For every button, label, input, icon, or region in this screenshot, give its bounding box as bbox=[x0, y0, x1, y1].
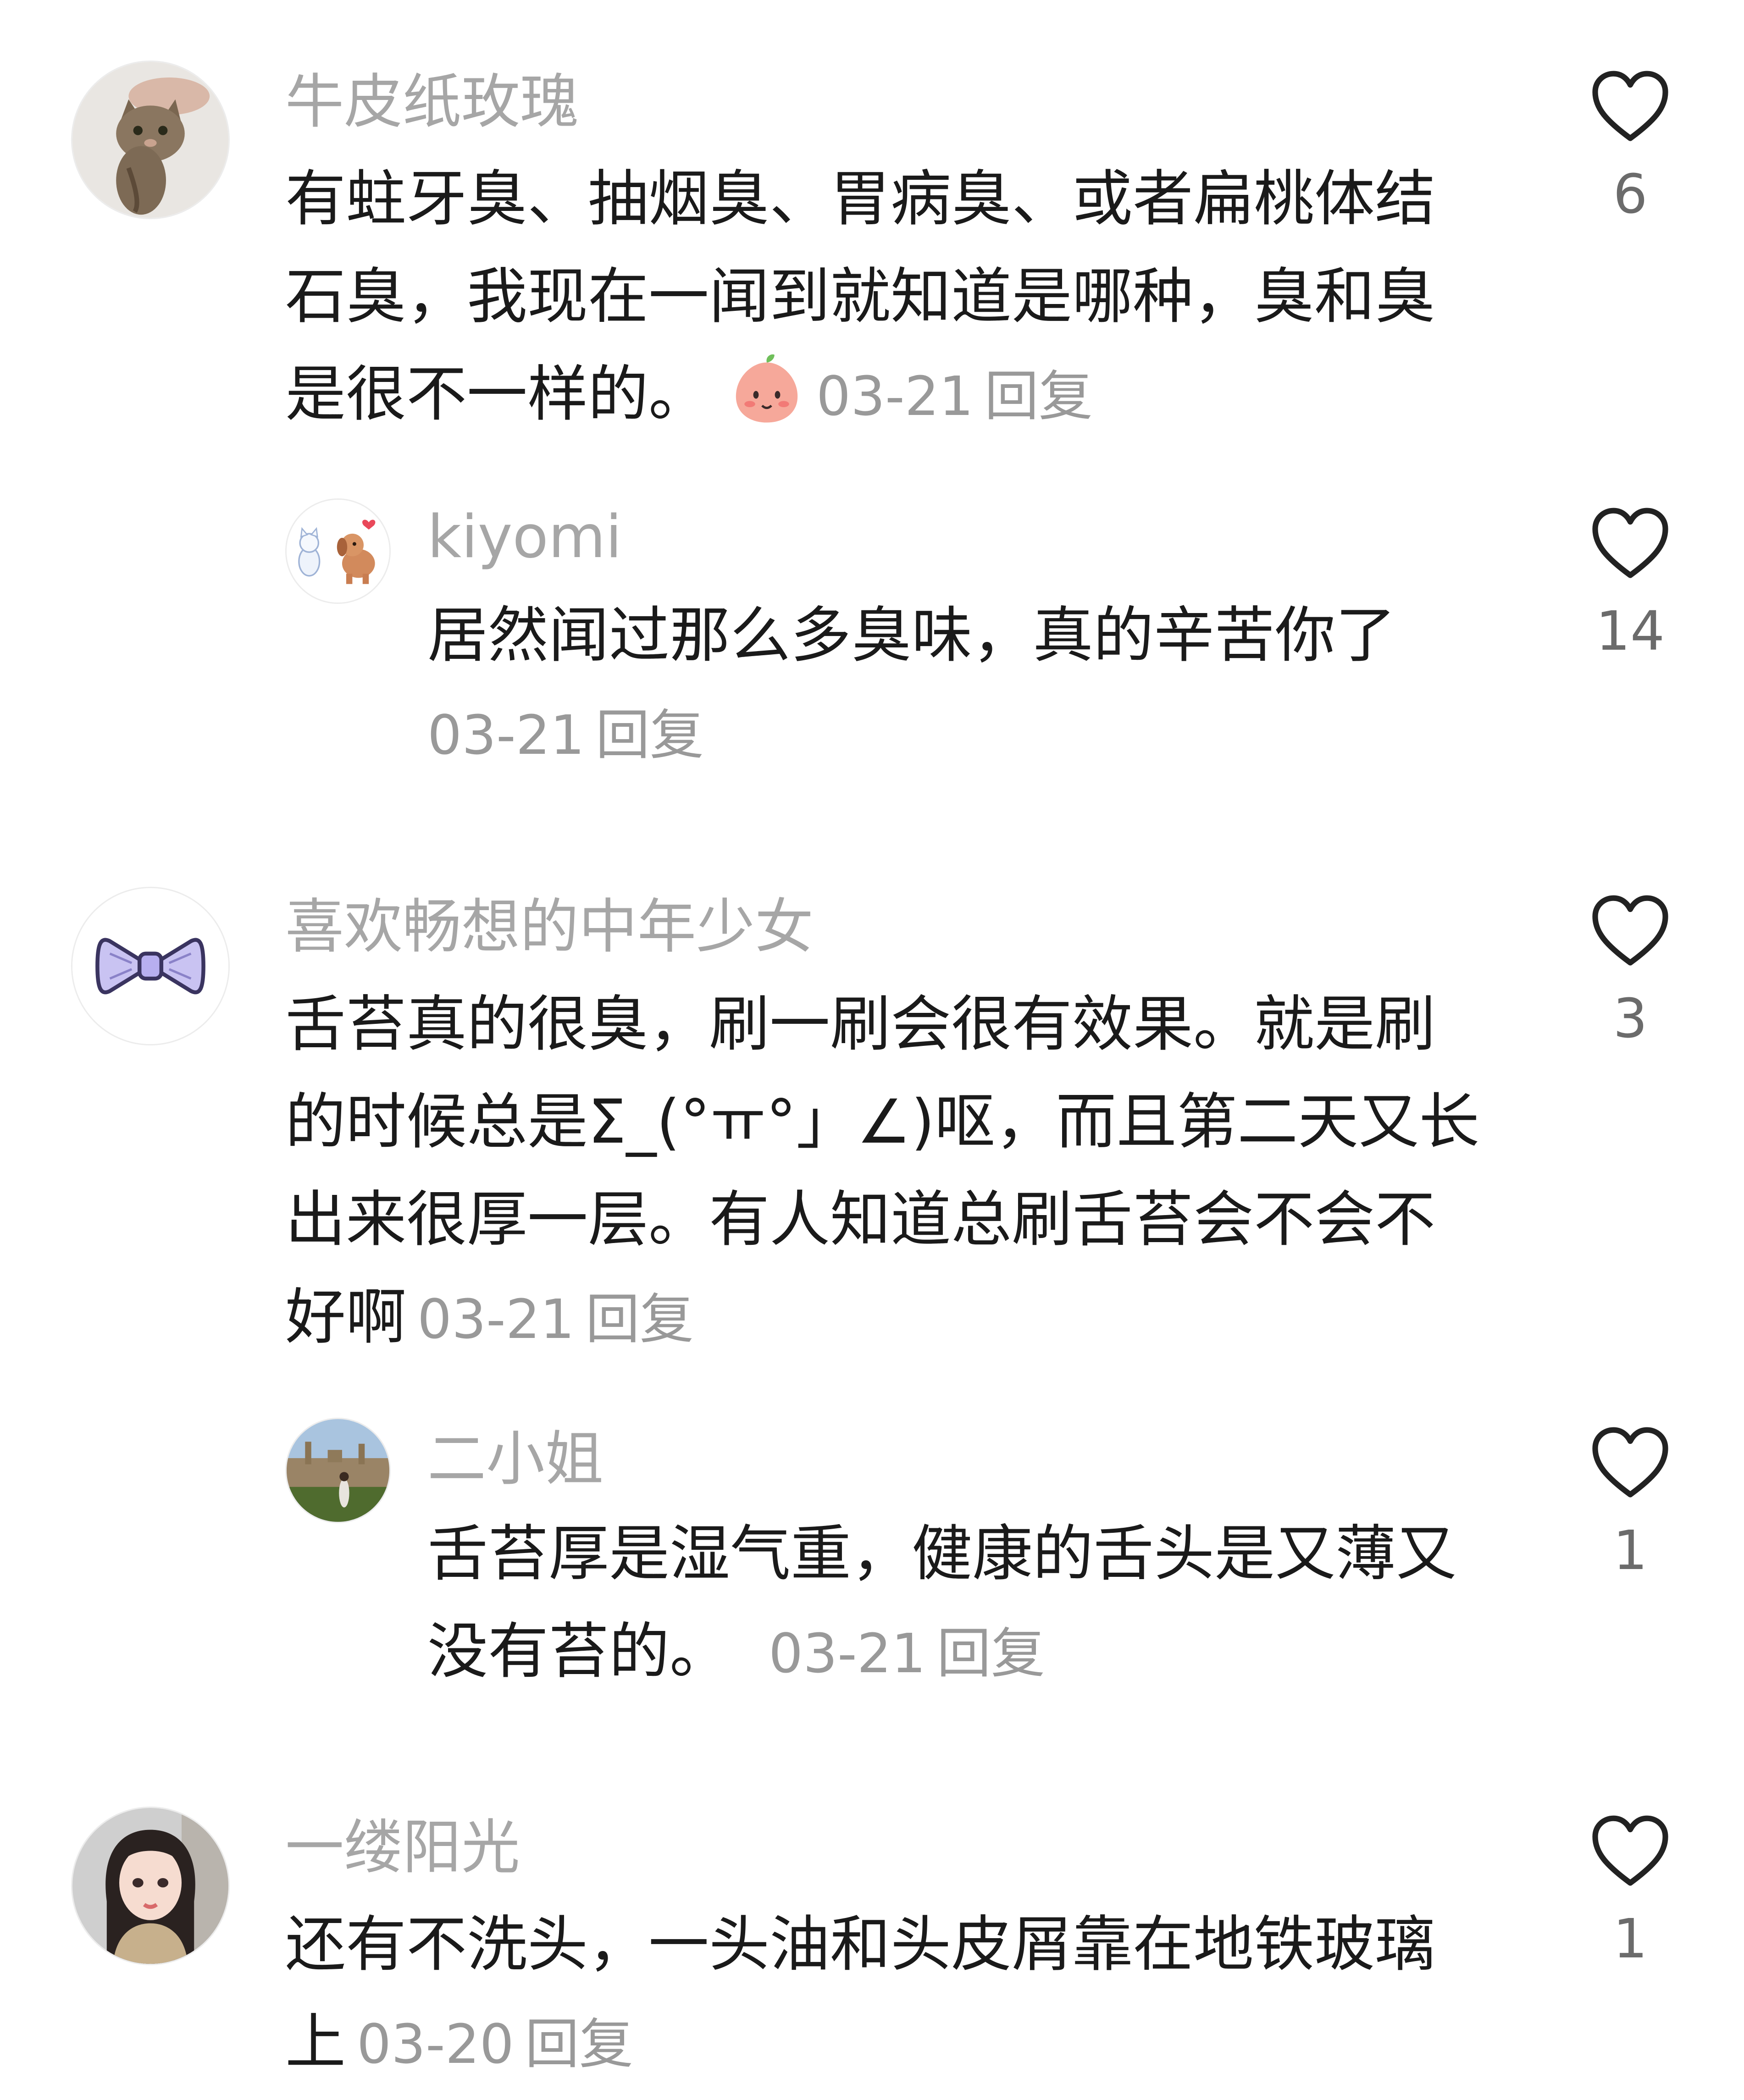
comment-line: 还有不洗头，一头油和头皮屑靠在地铁玻璃 bbox=[285, 1909, 1435, 1980]
comment-line: 出来很厚一层。有人知道总刷舌苔会不会不 bbox=[285, 1184, 1435, 1255]
like-count: 6 bbox=[1613, 162, 1648, 226]
like-control: 14 bbox=[1578, 507, 1683, 665]
campus-photo-avatar[interactable] bbox=[285, 1418, 391, 1523]
comment-line: 好啊 03-21 回复 bbox=[285, 1282, 694, 1353]
comment-date: 03-21 bbox=[769, 1622, 926, 1685]
comment-date: 03-21 bbox=[427, 703, 585, 767]
comment-line: 居然闻过那么多臭味，真的辛苦你了 bbox=[427, 600, 1396, 671]
comment-username[interactable]: 一缕阳光 bbox=[285, 1813, 520, 1882]
comment-date: 03-20 bbox=[357, 2012, 514, 2076]
purple-bow-avatar-icon bbox=[72, 888, 228, 1044]
comment-line: 石臭，我现在一闻到就知道是哪种，臭和臭 bbox=[285, 261, 1435, 332]
reply-button[interactable]: 回复 bbox=[937, 1622, 1045, 1685]
comment-line: 03-21 回复 bbox=[427, 685, 1487, 784]
like-count: 14 bbox=[1595, 599, 1665, 663]
heart-icon[interactable] bbox=[1590, 1814, 1671, 1888]
puppy-kitten-avatar[interactable] bbox=[285, 498, 391, 604]
girl-portrait-avatar[interactable] bbox=[71, 1807, 230, 1965]
comment-username[interactable]: 牛皮纸玫瑰 bbox=[285, 68, 579, 137]
cat-avatar-icon bbox=[72, 62, 228, 218]
comment-line: 是很不一样的。 03-21 回复 bbox=[285, 346, 1487, 445]
comment-text: 有蛀牙臭、抽烟臭、胃病臭、或者扁桃体结 石臭，我现在一闻到就知道是哪种，臭和臭 … bbox=[285, 150, 1487, 445]
comment-date: 03-21 bbox=[816, 365, 974, 428]
cat-avatar[interactable] bbox=[71, 61, 230, 219]
peach-face-emoji-icon bbox=[728, 352, 805, 429]
reply-button[interactable]: 回复 bbox=[985, 365, 1093, 428]
heart-icon[interactable] bbox=[1590, 1426, 1671, 1499]
reply-button[interactable]: 回复 bbox=[586, 1288, 694, 1351]
heart-icon[interactable] bbox=[1590, 507, 1671, 580]
comment-line: 的时候总是Σ_(°ㅠ°」∠)呕，而且第二天又长 bbox=[285, 1087, 1480, 1157]
girl-portrait-avatar-icon bbox=[72, 1808, 228, 1964]
comment-line: 舌苔厚是湿气重，健康的舌头是又薄又 bbox=[427, 1519, 1456, 1589]
reply-username[interactable]: 二小姐 bbox=[427, 1425, 603, 1494]
comment-text: 还有不洗头，一头油和头皮屑靠在地铁玻璃 上 03-20 回复 bbox=[285, 1896, 1487, 2093]
comment-line: 舌苔真的很臭，刷一刷会很有效果。就是刷 bbox=[285, 989, 1435, 1060]
comment-text: 舌苔真的很臭，刷一刷会很有效果。就是刷 的时候总是Σ_(°ㅠ°」∠)呕，而且第二… bbox=[285, 976, 1487, 1368]
reply-username[interactable]: kiyomi bbox=[427, 503, 622, 572]
purple-bow-avatar[interactable] bbox=[71, 887, 230, 1045]
like-control: 1 bbox=[1578, 1426, 1683, 1585]
like-count: 1 bbox=[1613, 1519, 1648, 1582]
campus-photo-avatar-icon bbox=[287, 1419, 389, 1522]
like-control: 3 bbox=[1578, 894, 1683, 1053]
heart-icon[interactable] bbox=[1590, 70, 1671, 143]
comment-meta: 03-21 回复 bbox=[427, 703, 704, 767]
like-control: 6 bbox=[1578, 70, 1683, 228]
reply-button[interactable]: 回复 bbox=[596, 703, 704, 767]
reply-button[interactable]: 回复 bbox=[525, 2012, 633, 2076]
comment-meta: 03-21 回复 bbox=[816, 365, 1093, 428]
comment-meta: 03-21 回复 bbox=[769, 1622, 1045, 1685]
comment-date: 03-21 bbox=[417, 1288, 575, 1351]
heart-icon[interactable] bbox=[1590, 894, 1671, 967]
reply-text: 居然闻过那么多臭味，真的辛苦你了 03-21 回复 bbox=[427, 587, 1487, 784]
comment-line: 没有苔的。 03-21 回复 bbox=[427, 1616, 1045, 1687]
reply-text: 舌苔厚是湿气重，健康的舌头是又薄又 没有苔的。 03-21 回复 bbox=[427, 1505, 1487, 1702]
like-control: 1 bbox=[1578, 1814, 1683, 1973]
like-count: 1 bbox=[1613, 1907, 1648, 1970]
puppy-kitten-avatar-icon bbox=[287, 500, 389, 602]
comment-line: 上 03-20 回复 bbox=[285, 2007, 633, 2078]
comment-username[interactable]: 喜欢畅想的中年少女 bbox=[285, 893, 814, 962]
like-count: 3 bbox=[1613, 987, 1648, 1050]
comment-line: 有蛀牙臭、抽烟臭、胃病臭、或者扁桃体结 bbox=[285, 164, 1435, 234]
comment-meta: 03-21 回复 bbox=[417, 1288, 694, 1351]
comment-meta: 03-20 回复 bbox=[357, 2012, 633, 2076]
